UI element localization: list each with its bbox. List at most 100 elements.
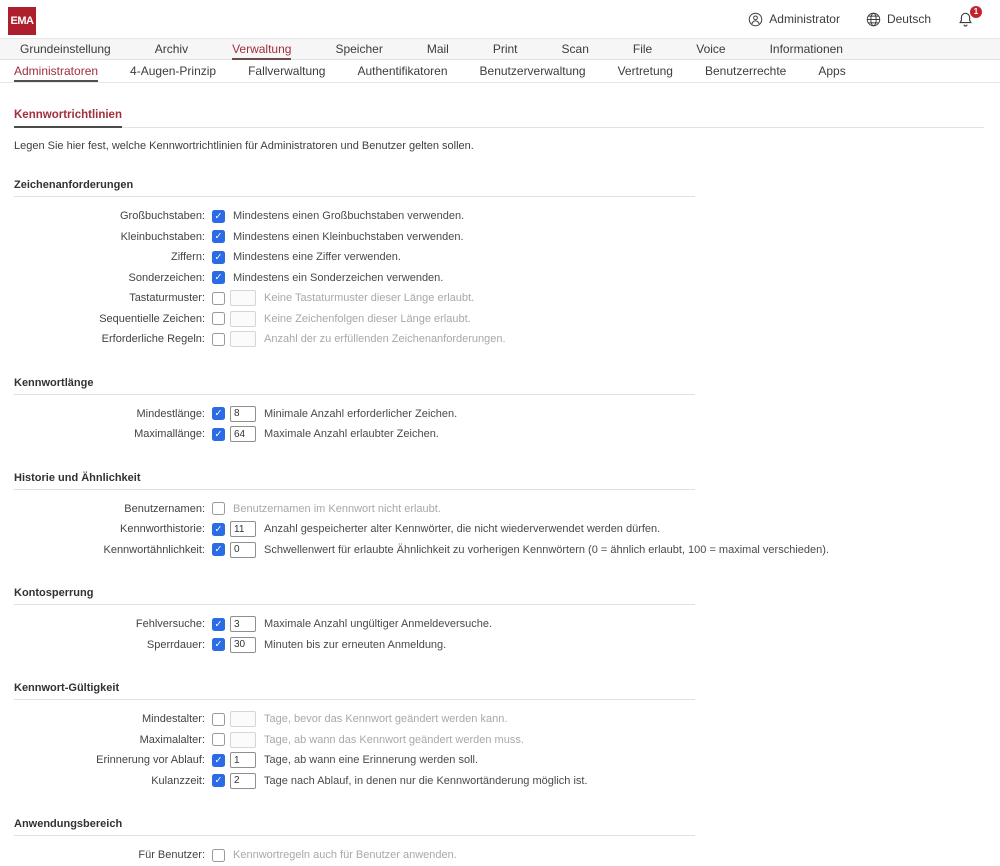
secondary-nav: Administratoren 4-Augen-Prinzip Fallverwal… [0, 60, 1000, 83]
section-title: Zeichenanforderungen [14, 179, 986, 191]
row-description: Mindestens einen Kleinbuchstaben verwend… [233, 231, 464, 243]
subnav-tab-apps[interactable]: Apps [818, 62, 845, 80]
number-input-mindestlänge[interactable] [230, 406, 256, 422]
checkbox-erforderliche-regeln[interactable] [212, 333, 225, 346]
notifications-button[interactable]: 1 [957, 11, 980, 28]
language-label: Deutsch [887, 12, 931, 26]
nav-tab-mail[interactable]: Mail [427, 40, 449, 58]
subnav-tab-authentifikatoren[interactable]: Authentifikatoren [357, 62, 447, 80]
setting-row-kennworthistorie: Kennworthistorie: Anzahl gespeicherter al… [14, 519, 986, 540]
settings-sections: Zeichenanforderungen Großbuchstaben: Minde… [14, 179, 986, 866]
checkbox-sperrdauer[interactable] [212, 638, 225, 651]
checkbox-kleinbuchstaben[interactable] [212, 230, 225, 243]
checkbox-kulanzzeit[interactable] [212, 774, 225, 787]
setting-row-ziffern: Ziffern:Mindestens eine Ziffer verwenden… [14, 247, 986, 268]
row-description: Mindestens einen Großbuchstaben verwende… [233, 210, 464, 222]
row-description: Mindestens eine Ziffer verwenden. [233, 251, 401, 263]
setting-row-für-benutzer: Für Benutzer:Kennwortregeln auch für Ben… [14, 845, 986, 866]
subnav-tab-benutzerrechte[interactable]: Benutzerrechte [705, 62, 786, 80]
nav-tab-informationen[interactable]: Informationen [770, 40, 843, 58]
row-description: Kennwortregeln auch für Benutzer anwende… [233, 849, 457, 861]
row-label: Maximallänge: [14, 428, 205, 440]
setting-row-tastaturmuster: Tastaturmuster:Keine Tastaturmuster dies… [14, 288, 986, 309]
checkbox-kennworthistorie[interactable] [212, 523, 225, 536]
subnav-tab-administratoren[interactable]: Administratoren [14, 62, 98, 82]
setting-row-großbuchstaben: Großbuchstaben: Mindestens einen Großbuch… [14, 206, 986, 227]
section-rows: Mindestalter:Tage, bevor das Kennwort ge… [14, 700, 986, 791]
checkbox-maximalalter[interactable] [212, 733, 225, 746]
subnav-tab-fallverwaltung[interactable]: Fallverwaltung [248, 62, 325, 80]
setting-row-kulanzzeit: Kulanzzeit:Tage nach Ablauf, in denen nu… [14, 771, 986, 792]
checkbox-für-benutzer[interactable] [212, 849, 225, 862]
row-description: Anzahl der zu erfüllenden Zeichenanforde… [264, 333, 506, 345]
section-kennwort-gültigkeit: Kennwort-Gültigkeit Mindestalter:Tage, be… [14, 682, 986, 791]
section-rows: Mindestlänge: Minimale Anzahl erforderlic… [14, 395, 986, 445]
number-input-maximalalter [230, 732, 256, 748]
row-label: Kennworthistorie: [14, 523, 205, 535]
nav-tab-scan[interactable]: Scan [562, 40, 589, 58]
checkbox-tastaturmuster[interactable] [212, 292, 225, 305]
row-description: Minimale Anzahl erforderlicher Zeichen. [264, 408, 457, 420]
nav-tab-voice[interactable]: Voice [696, 40, 725, 58]
row-label: Kulanzzeit: [14, 775, 205, 787]
user-menu[interactable]: Administrator [748, 12, 840, 27]
section-title: Kennwort-Gültigkeit [14, 682, 986, 694]
section-anwendungsbereich: AnwendungsbereichFür Benutzer:Kennwortre… [14, 818, 986, 866]
number-input-sperrdauer[interactable] [230, 637, 256, 653]
checkbox-mindestlänge[interactable] [212, 407, 225, 420]
number-input-fehlversuche[interactable] [230, 616, 256, 632]
row-description: Mindestens ein Sonderzeichen verwenden. [233, 272, 443, 284]
language-menu[interactable]: Deutsch [866, 12, 931, 27]
row-description: Maximale Anzahl erlaubter Zeichen. [264, 428, 439, 440]
section-title: Historie und Ähnlichkeit [14, 472, 986, 484]
number-input-kennworthistorie[interactable] [230, 521, 256, 537]
nav-tab-file[interactable]: File [633, 40, 652, 58]
page-tabbar: Kennwortrichtlinien [14, 105, 984, 128]
row-description: Tage, ab wann eine Erinnerung werden sol… [264, 754, 478, 766]
app-logo[interactable]: EMA [8, 7, 36, 35]
subnav-tab-benutzerverwaltung[interactable]: Benutzerverwaltung [480, 62, 586, 80]
checkbox-kennwortähnlichkeit[interactable] [212, 543, 225, 556]
checkbox-benutzernamen[interactable] [212, 502, 225, 515]
section-kennwortlänge: Kennwortlänge Mindestlänge: Minimale Anzah… [14, 377, 986, 445]
section-zeichenanforderungen: Zeichenanforderungen Großbuchstaben: Minde… [14, 179, 986, 350]
number-input-kulanzzeit[interactable] [230, 773, 256, 789]
checkbox-sonderzeichen[interactable] [212, 271, 225, 284]
notification-badge: 1 [970, 6, 982, 18]
section-rows: Fehlversuche:Maximale Anzahl ungültiger … [14, 605, 986, 655]
person-icon [748, 12, 763, 27]
row-description: Tage, ab wann das Kennwort geändert werd… [264, 734, 524, 746]
row-label: Fehlversuche: [14, 618, 205, 630]
number-input-maximallänge[interactable] [230, 426, 256, 442]
checkbox-sequentielle-zeichen[interactable] [212, 312, 225, 325]
number-input-mindestalter [230, 711, 256, 727]
row-description: Anzahl gespeicherter alter Kennwörter, d… [264, 523, 660, 535]
row-label: Großbuchstaben: [14, 210, 205, 222]
nav-tab-archiv[interactable]: Archiv [155, 40, 188, 58]
checkbox-maximallänge[interactable] [212, 428, 225, 441]
subnav-tab-4-augen-prinzip[interactable]: 4-Augen-Prinzip [130, 62, 216, 80]
row-label: Sequentielle Zeichen: [14, 313, 205, 325]
nav-tab-verwaltung[interactable]: Verwaltung [232, 40, 291, 60]
row-label: Kennwortähnlichkeit: [14, 544, 205, 556]
checkbox-fehlversuche[interactable] [212, 618, 225, 631]
primary-nav: Grundeinstellung Archiv Verwaltung Speicher… [0, 38, 1000, 60]
checkbox-großbuchstaben[interactable] [212, 210, 225, 223]
row-label: Mindestlänge: [14, 408, 205, 420]
setting-row-maximalalter: Maximalalter:Tage, ab wann das Kennwort … [14, 730, 986, 751]
row-description: Tage, bevor das Kennwort geändert werden… [264, 713, 507, 725]
number-input-sequentielle-zeichen [230, 311, 256, 327]
section-title: Kennwortlänge [14, 377, 986, 389]
subnav-tab-vertretung[interactable]: Vertretung [618, 62, 673, 80]
tab-kennwortrichtlinien[interactable]: Kennwortrichtlinien [14, 109, 122, 128]
number-input-kennwortähnlichkeit[interactable] [230, 542, 256, 558]
nav-tab-grundeinstellung[interactable]: Grundeinstellung [20, 40, 111, 58]
checkbox-mindestalter[interactable] [212, 713, 225, 726]
nav-tab-speicher[interactable]: Speicher [335, 40, 382, 58]
number-input-erinnerung-vor-ablauf[interactable] [230, 752, 256, 768]
row-label: Benutzernamen: [14, 503, 205, 515]
checkbox-erinnerung-vor-ablauf[interactable] [212, 754, 225, 767]
checkbox-ziffern[interactable] [212, 251, 225, 264]
nav-tab-print[interactable]: Print [493, 40, 518, 58]
section-title: Kontosperrung [14, 587, 986, 599]
